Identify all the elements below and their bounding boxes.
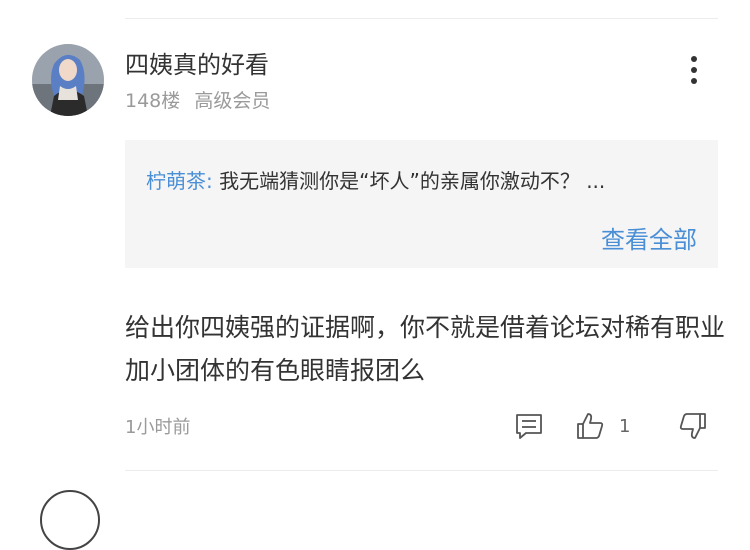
comment-icon <box>516 414 542 439</box>
more-vertical-icon <box>682 50 706 84</box>
member-level: 高级会员 <box>194 90 271 112</box>
comment-username[interactable]: 四姨真的好看 <box>125 49 269 81</box>
next-comment-avatar[interactable] <box>40 490 100 550</box>
view-all-replies-link[interactable]: 查看全部 <box>601 220 697 255</box>
more-options-button[interactable] <box>682 50 706 86</box>
comment-time: 1小时前 <box>125 417 191 438</box>
like-count: 1 <box>619 415 631 437</box>
comment-body: 给出你四姨强的证据啊，你不就是借着论坛对稀有职业加小团体的有色眼睛报团么 <box>125 313 726 385</box>
top-divider <box>125 18 718 19</box>
reply-preview-line: 柠萌茶: 我无端猜测你是“坏人”的亲属你激动不？ ... <box>146 167 605 195</box>
avatar-image <box>32 44 104 116</box>
reply-button[interactable] <box>514 410 544 442</box>
like-button[interactable]: 1 <box>575 410 630 442</box>
dislike-button[interactable] <box>678 410 708 442</box>
thumbs-up-icon <box>577 413 604 439</box>
thumbs-down-icon <box>679 413 706 439</box>
bottom-divider <box>125 470 718 471</box>
reply-text: 我无端猜测你是“坏人”的亲属你激动不？ ... <box>219 169 606 193</box>
comment-meta: 148楼 高级会员 <box>125 88 270 114</box>
avatar[interactable] <box>32 44 104 116</box>
reply-author[interactable]: 柠萌茶: <box>146 169 213 193</box>
floor-number: 148楼 <box>125 90 181 112</box>
reply-preview[interactable]: 柠萌茶: 我无端猜测你是“坏人”的亲属你激动不？ ... 查看全部 <box>125 140 718 268</box>
